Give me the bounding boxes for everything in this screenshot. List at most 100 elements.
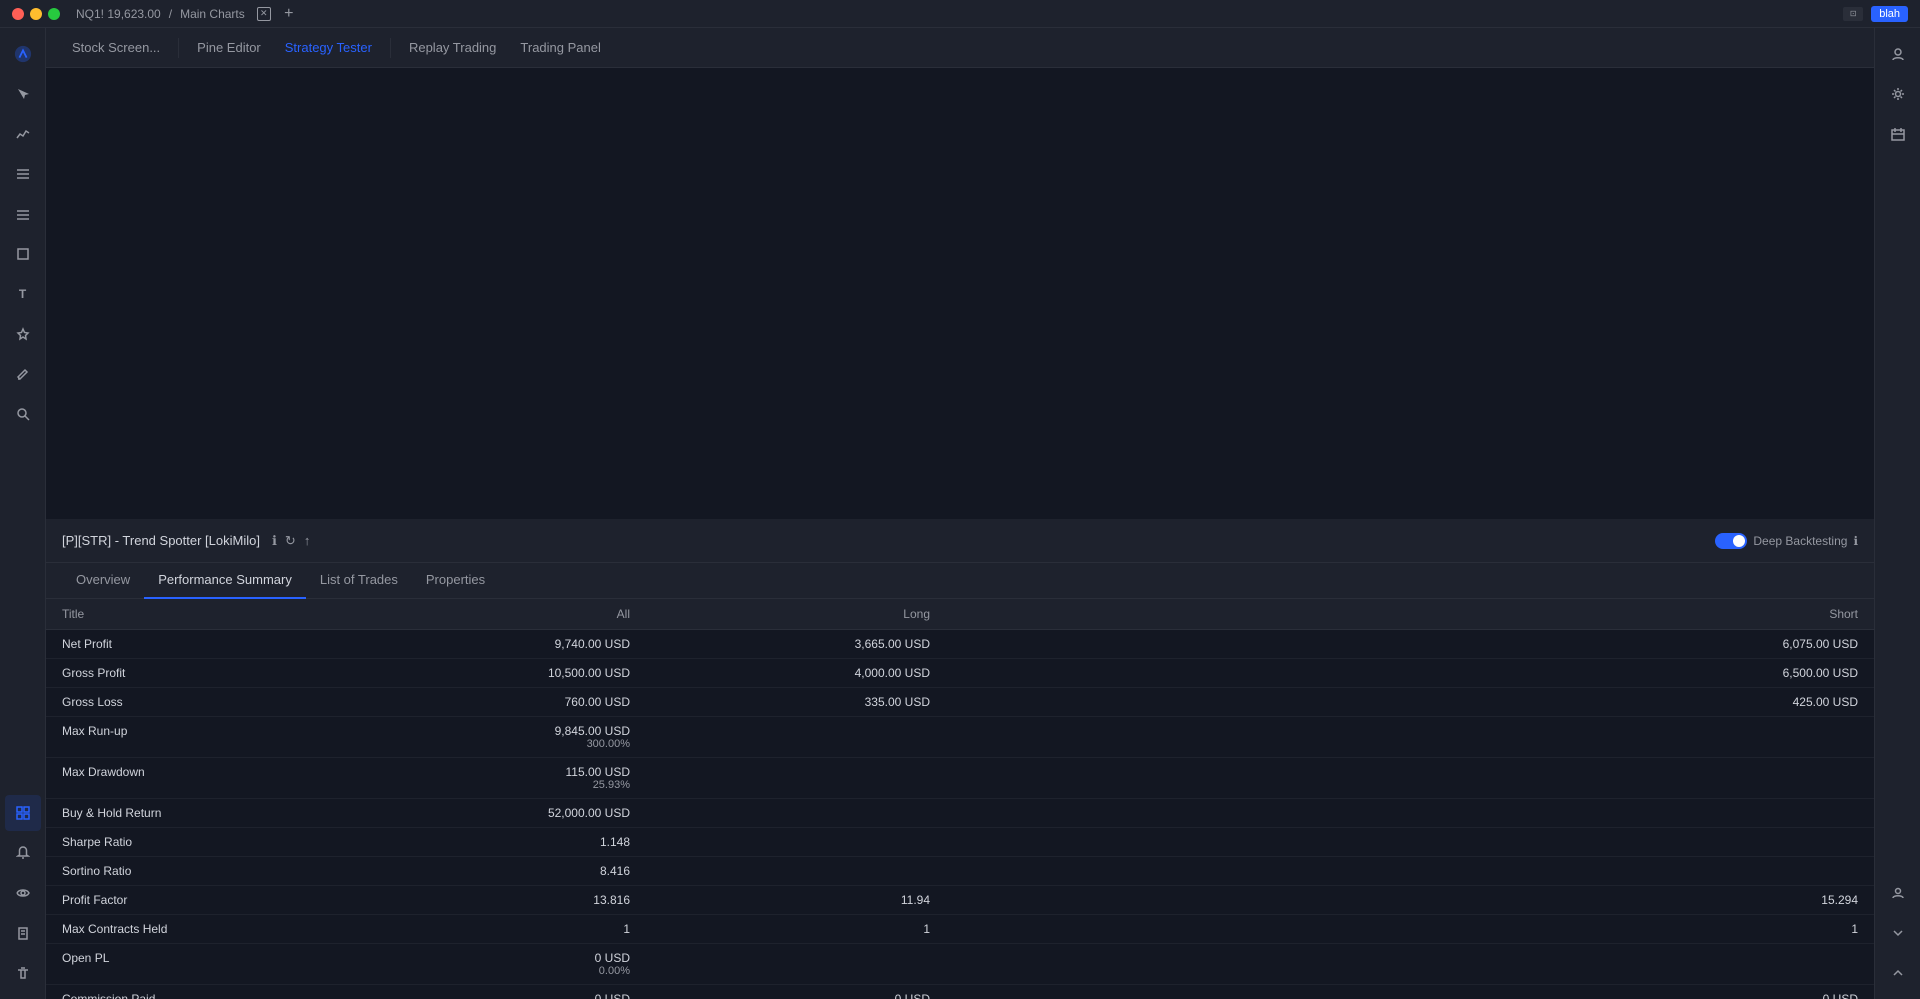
sidebar-icon-pencil[interactable] [5, 356, 41, 392]
nav-trading-panel[interactable]: Trading Panel [510, 34, 610, 61]
right-sidebar-icon-person[interactable] [1880, 875, 1916, 911]
cell-long [646, 828, 946, 857]
table-row: Max Run-up9,845.00 USD300.00% [46, 717, 1874, 758]
cell-long: 335.00 USD [646, 688, 946, 717]
sidebar-icon-bell[interactable] [5, 835, 41, 871]
sidebar-icon-clipboard[interactable] [5, 915, 41, 951]
sidebar-icon-favorites[interactable] [5, 316, 41, 352]
cell-short [946, 799, 1874, 828]
cell-all: 10,500.00 USD [346, 659, 646, 688]
table-row: Buy & Hold Return52,000.00 USD [46, 799, 1874, 828]
cell-all: 8.416 [346, 857, 646, 886]
titlebar-right: ⊡ blah [1843, 6, 1908, 22]
cell-all: 115.00 USD25.93% [346, 758, 646, 799]
right-sidebar-icon-down[interactable] [1880, 915, 1916, 951]
table-row: Commission Paid0 USD0 USD0 USD [46, 985, 1874, 999]
performance-table-container[interactable]: Title All Long Short Net Profit9,740.00 … [46, 599, 1874, 999]
cell-all: 760.00 USD [346, 688, 646, 717]
cell-short [946, 857, 1874, 886]
cell-all: 9,740.00 USD [346, 630, 646, 659]
cell-all: 0 USD0.00% [346, 944, 646, 985]
publish-button[interactable]: blah [1871, 6, 1908, 22]
cell-short: 6,075.00 USD [946, 630, 1874, 659]
cell-title: Open PL [46, 944, 346, 985]
cell-all: 1 [346, 915, 646, 944]
table-row: Net Profit9,740.00 USD3,665.00 USD6,075.… [46, 630, 1874, 659]
window-title: NQ1! 19,623.00 [76, 7, 161, 21]
table-row: Sortino Ratio8.416 [46, 857, 1874, 886]
window-controls [12, 8, 60, 20]
cell-long: 0 USD [646, 985, 946, 999]
minimize-dot[interactable] [30, 8, 42, 20]
nav-pine-editor[interactable]: Pine Editor [187, 34, 271, 61]
refresh-icon[interactable]: ↻ [285, 533, 296, 549]
export-icon[interactable]: ↑ [304, 533, 311, 548]
chart-title: Main Charts [180, 7, 245, 21]
cell-all: 1.148 [346, 828, 646, 857]
cell-short: 6,500.00 USD [946, 659, 1874, 688]
cell-long [646, 717, 946, 758]
toggle-label: Deep Backtesting [1753, 534, 1847, 548]
col-header-long: Long [646, 599, 946, 630]
nav-stock-screener[interactable]: Stock Screen... [62, 34, 170, 61]
add-tab-button[interactable]: + [279, 4, 299, 24]
cell-long [646, 758, 946, 799]
cell-short [946, 717, 1874, 758]
tab-close-icon[interactable]: ✕ [257, 7, 271, 21]
deep-backtesting-info[interactable]: ℹ [1853, 534, 1858, 548]
cell-title: Max Drawdown [46, 758, 346, 799]
cell-long: 1 [646, 915, 946, 944]
sidebar-icon-cursor[interactable] [5, 76, 41, 112]
cell-title: Gross Profit [46, 659, 346, 688]
sidebar-icon-eye[interactable] [5, 875, 41, 911]
right-sidebar-icon-calendar[interactable] [1880, 116, 1916, 152]
cell-long [646, 944, 946, 985]
sidebar-icon-text[interactable]: T [5, 276, 41, 312]
right-sidebar-icon-user[interactable] [1880, 36, 1916, 72]
cell-short [946, 944, 1874, 985]
panel-header-right: Deep Backtesting ℹ [1715, 533, 1858, 549]
app-layout: T [0, 28, 1920, 999]
info-icon[interactable]: ℹ [272, 533, 277, 549]
tab-properties[interactable]: Properties [412, 563, 499, 599]
tab-overview[interactable]: Overview [62, 563, 144, 599]
table-row: Sharpe Ratio1.148 [46, 828, 1874, 857]
titlebar: NQ1! 19,623.00 / Main Charts ✕ + ⊡ blah [0, 0, 1920, 28]
cell-title: Gross Loss [46, 688, 346, 717]
toggle-switch[interactable] [1715, 533, 1747, 549]
strategy-panel: [P][STR] - Trend Spotter [LokiMilo] ℹ ↻ … [46, 519, 1874, 999]
right-sidebar-icon-up[interactable] [1880, 955, 1916, 991]
cell-long: 4,000.00 USD [646, 659, 946, 688]
sidebar-icon-strategy[interactable] [5, 795, 41, 831]
right-sidebar [1874, 28, 1920, 999]
sidebar-icon-search[interactable] [5, 396, 41, 432]
cell-title: Max Contracts Held [46, 915, 346, 944]
cell-long [646, 799, 946, 828]
close-dot[interactable] [12, 8, 24, 20]
sidebar-icon-chart[interactable] [5, 116, 41, 152]
col-header-short: Short [946, 599, 1874, 630]
performance-table: Title All Long Short Net Profit9,740.00 … [46, 599, 1874, 999]
nav-strategy-tester[interactable]: Strategy Tester [275, 34, 382, 61]
window-action-1[interactable]: ⊡ [1843, 7, 1863, 21]
sidebar-icon-indicators[interactable] [5, 156, 41, 192]
cell-title: Net Profit [46, 630, 346, 659]
panel-header: [P][STR] - Trend Spotter [LokiMilo] ℹ ↻ … [46, 519, 1874, 563]
sidebar-icon-trash[interactable] [5, 955, 41, 991]
right-sidebar-icon-settings[interactable] [1880, 76, 1916, 112]
cell-title: Max Run-up [46, 717, 346, 758]
maximize-dot[interactable] [48, 8, 60, 20]
cell-title: Sharpe Ratio [46, 828, 346, 857]
cell-short: 0 USD [946, 985, 1874, 999]
tab-performance-summary[interactable]: Performance Summary [144, 563, 306, 599]
cell-long [646, 857, 946, 886]
nav-replay-trading[interactable]: Replay Trading [399, 34, 506, 61]
sidebar-icon-draw[interactable] [5, 236, 41, 272]
cell-long: 11.94 [646, 886, 946, 915]
panel-header-icons: ℹ ↻ ↑ [272, 533, 310, 549]
table-row: Max Contracts Held111 [46, 915, 1874, 944]
sidebar-icon-list[interactable] [5, 196, 41, 232]
cell-short: 15.294 [946, 886, 1874, 915]
nav-separator-2 [390, 38, 391, 58]
tab-list-of-trades[interactable]: List of Trades [306, 563, 412, 599]
